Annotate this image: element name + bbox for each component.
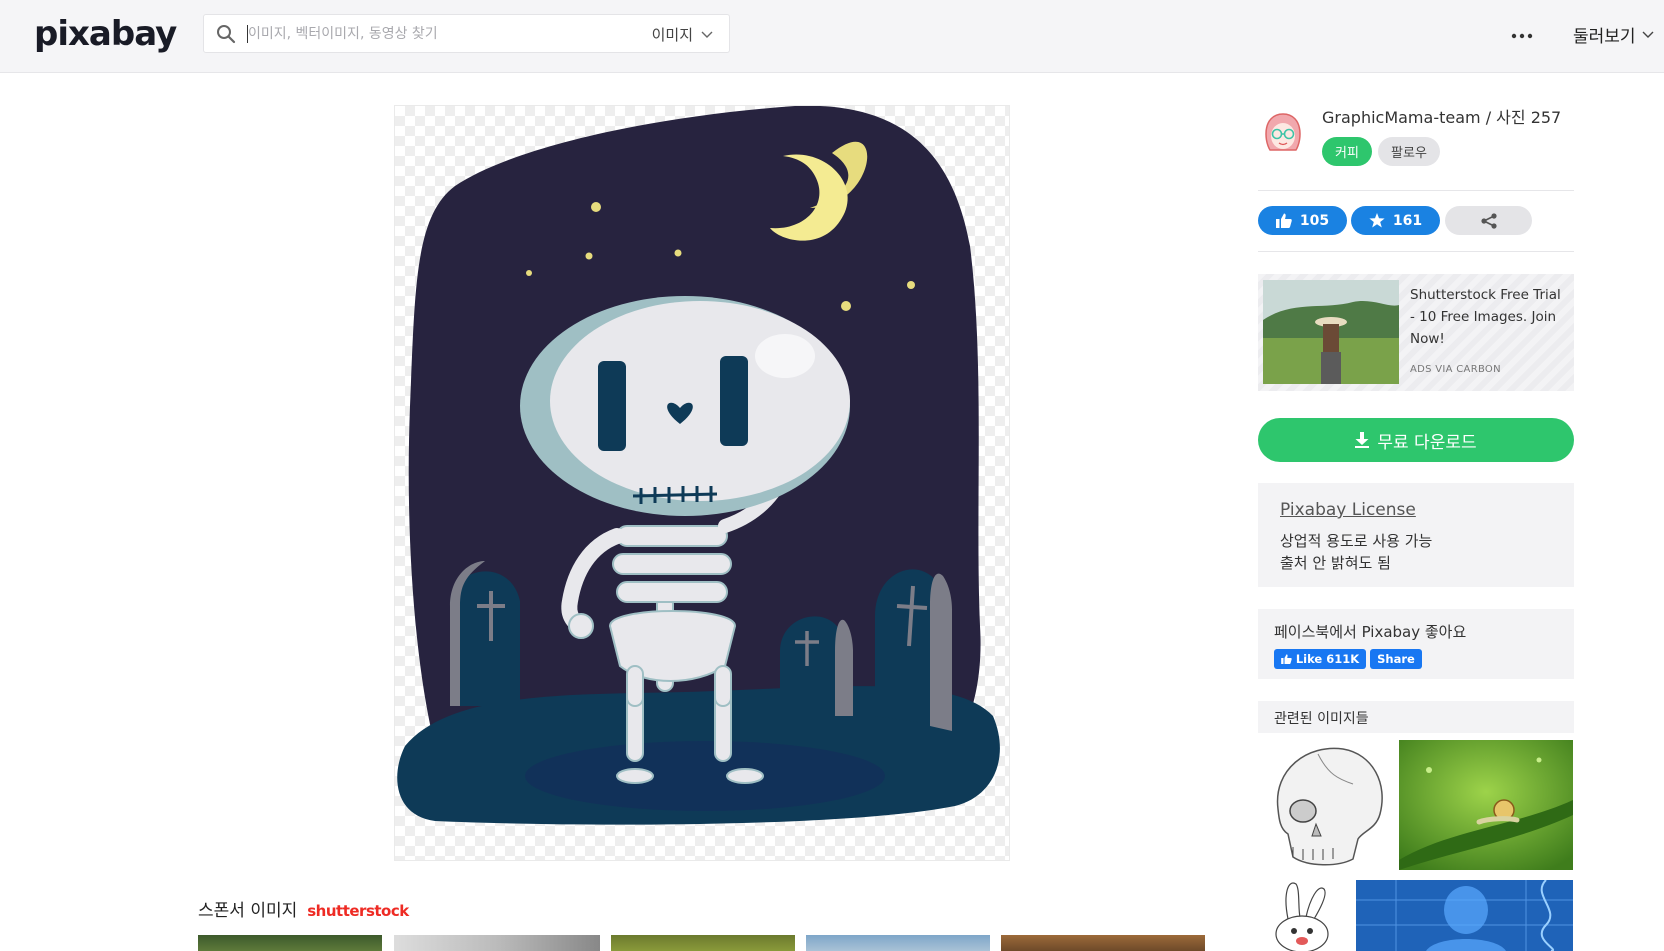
favorite-button[interactable]: 161 — [1351, 206, 1440, 235]
download-label: 무료 다운로드 — [1377, 432, 1477, 453]
download-icon — [1355, 432, 1370, 448]
license-line-2: 출처 안 밝혀도 됨 — [1280, 554, 1391, 572]
ad-photo[interactable] — [1263, 280, 1399, 384]
related-image-skull[interactable] — [1258, 739, 1388, 869]
related-image-snail[interactable] — [1399, 740, 1573, 870]
explore-menu[interactable]: 둘러보기 — [1573, 22, 1654, 47]
share-button[interactable] — [1445, 206, 1532, 235]
facebook-title: 페이스북에서 Pixabay 좋아요 — [1274, 623, 1467, 641]
chevron-down-icon — [1642, 31, 1654, 38]
sponsor-thumb-2[interactable] — [394, 935, 600, 951]
divider — [1258, 251, 1574, 252]
sponsor-thumb-1[interactable] — [198, 935, 382, 951]
skeleton-illustration — [397, 106, 1000, 825]
sponsor-heading: 스폰서 이미지 shutterstock — [198, 896, 409, 921]
author-name[interactable]: GraphicMama-team / 사진 257 — [1322, 104, 1561, 128]
thumbs-up-icon — [1280, 654, 1292, 664]
search-input[interactable] — [248, 22, 628, 46]
sponsor-thumb-3[interactable] — [611, 935, 795, 951]
more-options-icon[interactable] — [1508, 24, 1538, 44]
like-button[interactable]: 105 — [1258, 206, 1347, 235]
media-type-dropdown[interactable]: 이미지 — [652, 24, 713, 45]
divider — [1258, 190, 1574, 191]
thumbs-up-icon — [1275, 213, 1292, 228]
chevron-down-icon — [701, 31, 713, 38]
main-image[interactable] — [394, 105, 1010, 861]
license-link[interactable]: Pixabay License — [1280, 500, 1416, 520]
star-icon — [1369, 213, 1385, 228]
sponsor-thumb-4[interactable] — [806, 935, 990, 951]
search-icon[interactable] — [216, 24, 236, 44]
shutterstock-logo[interactable]: shutterstock — [307, 902, 409, 920]
share-icon — [1480, 212, 1497, 229]
author-avatar[interactable] — [1260, 110, 1306, 156]
sponsor-thumb-5[interactable] — [1001, 935, 1205, 951]
coffee-button[interactable]: 커피 — [1322, 137, 1372, 166]
license-line-1: 상업적 용도로 사용 가능 — [1280, 532, 1433, 550]
related-image-xray[interactable] — [1356, 880, 1573, 951]
ad-via[interactable]: ADS VIA CARBON — [1410, 364, 1501, 375]
pixabay-logo[interactable]: pixabay — [34, 14, 177, 54]
follow-button[interactable]: 팔로우 — [1378, 137, 1440, 166]
carbon-ad[interactable]: Shutterstock Free Trial - 10 Free Images… — [1258, 274, 1574, 391]
sponsor-label: 스폰서 이미지 — [198, 901, 298, 921]
free-download-button[interactable]: 무료 다운로드 — [1258, 418, 1574, 462]
like-count: 105 — [1299, 212, 1330, 229]
search-bar: 이미지 — [203, 14, 730, 53]
related-heading: 관련된 이미지들 — [1258, 701, 1574, 733]
related-title: 관련된 이미지들 — [1274, 711, 1369, 727]
ad-title[interactable]: Shutterstock Free Trial - 10 Free Images… — [1410, 284, 1568, 350]
facebook-share-button[interactable]: Share — [1370, 649, 1422, 669]
related-image-rabbit[interactable] — [1258, 879, 1348, 951]
explore-label: 둘러보기 — [1573, 27, 1636, 47]
facebook-like-label: Like 611K — [1295, 652, 1360, 666]
top-header: pixabay 이미지 둘러보기 — [0, 0, 1664, 73]
facebook-box: 페이스북에서 Pixabay 좋아요 Like 611K Share — [1258, 609, 1574, 679]
license-box: Pixabay License 상업적 용도로 사용 가능 출처 안 밝혀도 됨 — [1258, 483, 1574, 587]
media-type-label: 이미지 — [651, 26, 693, 44]
facebook-like-button[interactable]: Like 611K — [1274, 649, 1366, 669]
favorite-count: 161 — [1392, 212, 1423, 229]
